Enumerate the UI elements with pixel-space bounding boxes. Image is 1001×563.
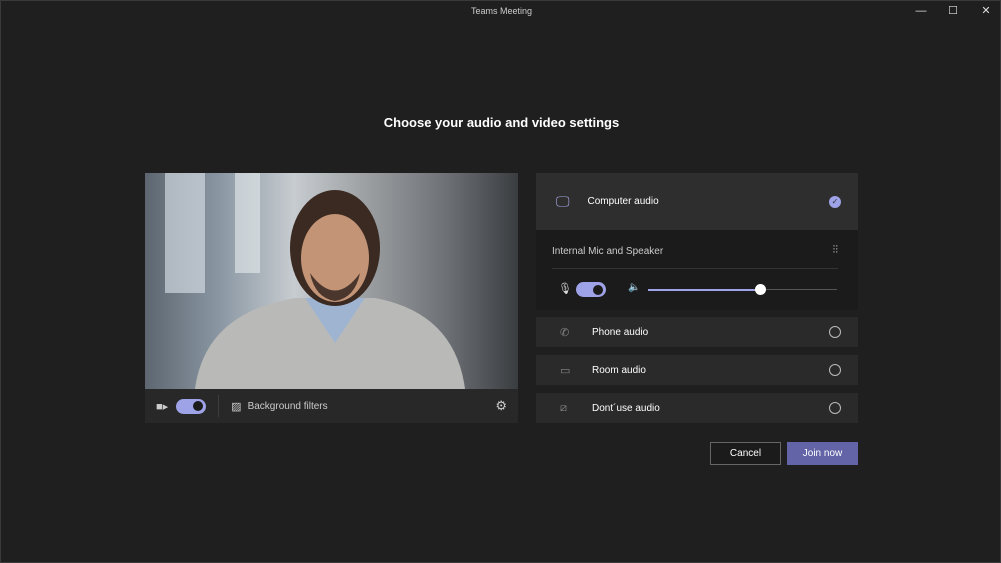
room-audio-radio[interactable] <box>829 364 841 376</box>
computer-audio-settings: Internal Mic and Speaker ⫶⫶ 🎙 🔈 <box>536 230 858 310</box>
window-title: Teams Meeting <box>470 6 533 16</box>
phone-audio-radio[interactable] <box>829 326 841 338</box>
minimize-button[interactable]: — <box>906 1 936 21</box>
room-audio-label: Room audio <box>592 364 646 376</box>
join-now-button[interactable]: Join now <box>787 442 858 465</box>
microphone-icon: 🎙 <box>558 283 572 295</box>
no-audio-radio[interactable] <box>829 402 841 414</box>
video-controls-bar: ■▸ ▨ Background filters ⚙ <box>145 389 518 423</box>
page-title: Choose your audio and video settings <box>383 115 620 130</box>
title-bar: Teams Meeting <box>1 1 1001 21</box>
volume-slider-thumb[interactable] <box>754 284 766 295</box>
cancel-button[interactable]: Cancel <box>710 442 781 465</box>
room-audio-option[interactable]: ▭ Room audio <box>536 355 858 385</box>
device-settings-icon[interactable]: ⫶⫶ <box>833 244 839 257</box>
checkmark-icon: ✓ <box>829 195 841 208</box>
background-filters-icon: ▨ <box>231 400 242 413</box>
monitor-icon: ▭ <box>560 364 571 377</box>
no-audio-label: Dont´use audio <box>592 402 660 414</box>
computer-audio-label: Computer audio <box>587 196 659 207</box>
phone-icon: ✆ <box>560 326 570 339</box>
phone-audio-label: Phone audio <box>592 326 649 338</box>
camera-icon: ■▸ <box>156 400 169 413</box>
no-audio-icon: ⧄ <box>560 401 567 414</box>
camera-toggle[interactable] <box>176 398 207 414</box>
video-preview <box>145 173 518 389</box>
audio-device-label[interactable]: Internal Mic and Speaker <box>552 246 663 257</box>
computer-speaker-icon: 🖵 <box>556 193 570 209</box>
no-audio-option[interactable]: ⧄ Dont´use audio <box>536 393 858 423</box>
close-button[interactable]: ✕ <box>971 1 1001 21</box>
person-image <box>165 173 465 389</box>
computer-audio-option[interactable]: 🖵 Computer audio ✓ <box>536 173 858 230</box>
microphone-toggle[interactable] <box>576 282 606 297</box>
phone-audio-option[interactable]: ✆ Phone audio <box>536 317 858 347</box>
speaker-icon: 🔈 <box>628 282 641 293</box>
speaker-volume-slider[interactable] <box>648 284 837 295</box>
maximize-button[interactable]: ☐ <box>938 1 968 21</box>
background-filters-button[interactable]: Background filters <box>248 401 328 412</box>
settings-gear-icon[interactable]: ⚙ <box>495 398 507 414</box>
